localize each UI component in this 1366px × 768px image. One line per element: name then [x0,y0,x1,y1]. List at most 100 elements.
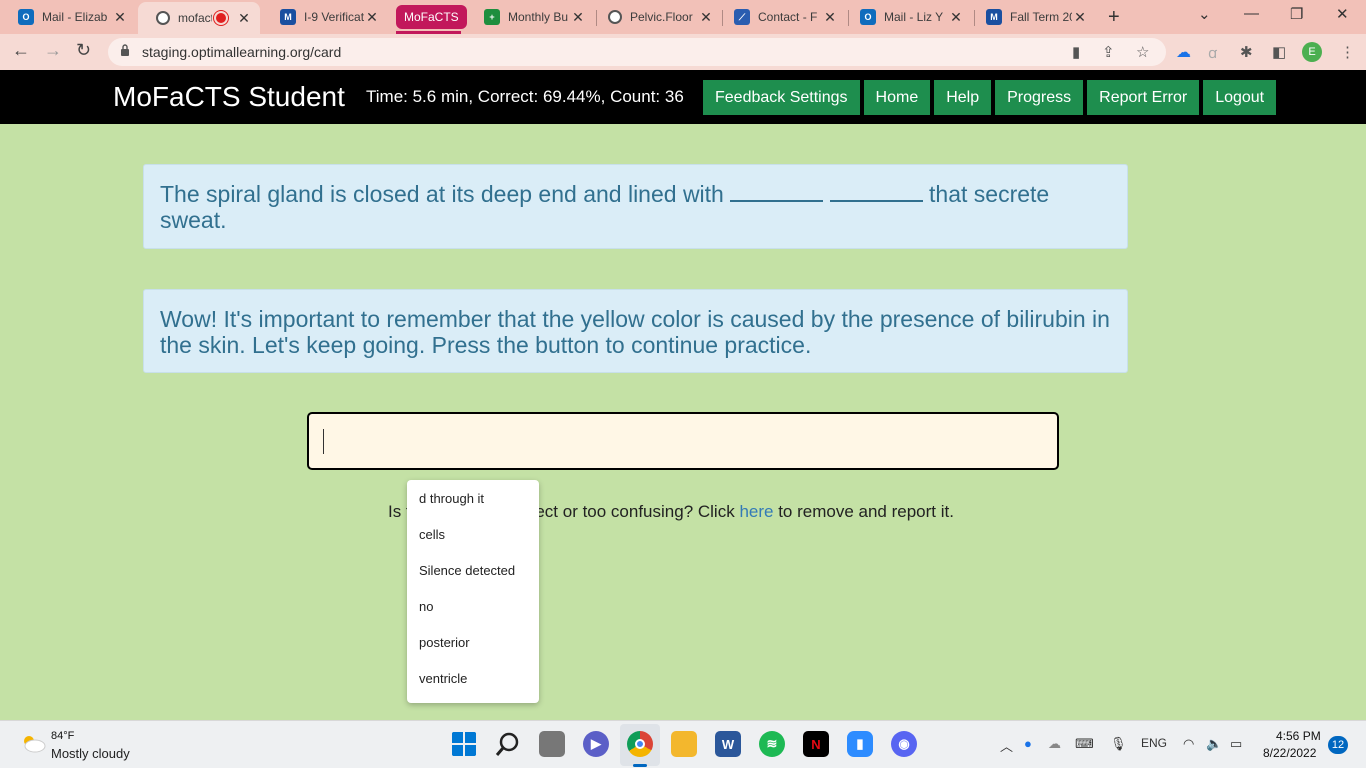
site-icon: ⟋ [734,9,750,25]
zoom-icon[interactable]: ▮ [847,731,873,757]
minimize-button[interactable]: — [1244,5,1259,22]
volume-icon[interactable]: 🔈 [1206,736,1222,752]
home-button[interactable]: Home [863,80,931,115]
clock-date[interactable]: 8/22/2022 [1263,746,1316,760]
close-tab-icon[interactable]: ✕ [112,9,128,26]
app-brand[interactable]: MoFaCTS Student [113,81,345,113]
page-icon [156,11,170,25]
tab-i9-verification[interactable]: M I-9 Verificat ✕ [262,4,388,30]
profile-avatar[interactable]: E [1302,42,1322,62]
windows-start-icon[interactable] [451,731,477,757]
doc-icon: M [986,9,1002,25]
menu-icon[interactable]: ⋮ [1340,43,1355,61]
side-panel-icon[interactable]: ◧ [1272,43,1286,61]
share-icon[interactable]: ⇪ [1102,43,1115,61]
cloudy-weather-icon[interactable] [20,733,46,753]
close-tab-icon[interactable]: ✕ [364,9,380,26]
spotify-icon[interactable]: ≋ [759,731,785,757]
tab-mail-liz[interactable]: O Mail - Liz Y ✕ [842,4,972,30]
new-tab-button[interactable]: + [1108,6,1120,29]
restore-button[interactable]: ❐ [1290,5,1303,23]
outlook-icon: O [860,9,876,25]
text-caret [323,429,324,454]
help-button[interactable]: Help [934,80,992,115]
extension-icon[interactable]: ☁ [1176,43,1191,61]
onedrive-error-icon[interactable]: ● [1024,736,1032,751]
answer-input[interactable] [307,412,1059,470]
windows-taskbar: 84°F Mostly cloudy ▶ W ≋ N ▮ ◉ ︿ ● ☁ ⌨ 🎙… [0,720,1366,768]
wifi-icon[interactable]: ◠ [1183,736,1194,752]
microphone-icon[interactable]: 🎙 [1110,736,1127,752]
answer-blank [829,182,923,202]
tab-mofacts[interactable]: mofact ✕ [138,2,260,34]
battery-icon[interactable]: ▭ [1230,736,1242,752]
autocomplete-item[interactable]: d through it [407,491,539,527]
autocomplete-item[interactable]: ventricle [407,671,539,707]
sheets-icon: + [484,9,500,25]
tab-search-icon[interactable]: ⌄ [1198,5,1211,23]
outlook-icon: O [18,9,34,25]
close-window-button[interactable]: ✕ [1336,5,1349,23]
lock-icon [121,44,129,56]
answer-blank [730,182,824,202]
browser-toolbar: ← → ↻ staging.optimallearning.org/card ▮… [0,34,1366,70]
url-text: staging.optimallearning.org/card [142,44,342,60]
session-stats: Time: 5.6 min, Correct: 69.44%, Count: 3… [366,87,684,106]
discord-icon[interactable]: ◉ [891,731,917,757]
autocomplete-item[interactable]: cells [407,527,539,563]
active-app-indicator [633,764,647,767]
file-explorer-icon[interactable] [671,731,697,757]
report-error-button[interactable]: Report Error [1087,80,1200,115]
autocomplete-dropdown: d through it cells Silence detected no p… [407,480,539,703]
weather-temperature[interactable]: 84°F [51,730,74,742]
language-indicator[interactable]: ENG [1141,736,1167,750]
nav-buttons: Feedback Settings Home Help Progress Rep… [703,80,1277,115]
report-here-link[interactable]: here [739,502,773,521]
tab-group-mofacts[interactable]: MoFaCTS [396,5,467,29]
close-tab-icon[interactable]: ✕ [822,9,838,26]
progress-button[interactable]: Progress [995,80,1084,115]
task-view-icon[interactable] [539,731,565,757]
clock-time[interactable]: 4:56 PM [1276,729,1321,743]
show-hidden-icons-chevron[interactable]: ︿ [1000,736,1013,755]
logout-button[interactable]: Logout [1203,80,1277,115]
extension-icon[interactable]: ꭤ [1208,43,1217,63]
close-tab-icon[interactable]: ✕ [236,10,252,27]
tab-fall-term[interactable]: M Fall Term 20 ✕ [968,4,1096,30]
autocomplete-item[interactable]: posterior [407,635,539,671]
tab-mail-elizabeth[interactable]: O Mail - Elizab ✕ [0,4,136,30]
weather-description[interactable]: Mostly cloudy [51,746,130,761]
teams-chat-icon[interactable]: ▶ [583,731,609,757]
app-navbar: MoFaCTS Student Time: 5.6 min, Correct: … [0,70,1366,124]
back-button[interactable]: ← [12,40,30,61]
feedback-settings-button[interactable]: Feedback Settings [703,80,860,115]
notification-badge[interactable]: 12 [1328,736,1348,754]
tab-monthly-budget[interactable]: + Monthly Bu ✕ [466,4,594,30]
tab-contact[interactable]: ⟋ Contact - F ✕ [716,4,846,30]
question-text-before: The spiral gland is closed at its deep e… [160,181,724,207]
close-tab-icon[interactable]: ✕ [698,9,714,26]
forward-button[interactable]: → [44,40,62,61]
address-bar[interactable]: staging.optimallearning.org/card ▮ ⇪ ☆ [108,38,1166,66]
camera-icon[interactable]: ▮ [1072,43,1080,61]
question-card: The spiral gland is closed at its deep e… [143,164,1128,249]
doc-icon: M [280,9,296,25]
autocomplete-item[interactable]: no [407,599,539,635]
reload-button[interactable]: ↻ [76,40,91,61]
cloud-icon[interactable]: ☁ [1048,736,1061,752]
close-tab-icon[interactable]: ✕ [948,9,964,26]
feedback-card: Wow! It's important to remember that the… [143,289,1128,373]
netflix-icon[interactable]: N [803,731,829,757]
close-tab-icon[interactable]: ✕ [1072,9,1088,26]
report-suffix: to remove and report it. [773,502,954,521]
word-icon[interactable]: W [715,731,741,757]
keyboard-icon[interactable]: ⌨ [1075,736,1094,752]
tab-pelvic-floor[interactable]: Pelvic.Floor ✕ [590,4,722,30]
autocomplete-item[interactable]: Silence detected [407,563,539,599]
bookmark-star-icon[interactable]: ☆ [1136,43,1149,61]
close-tab-icon[interactable]: ✕ [570,9,586,26]
search-icon[interactable] [495,731,521,757]
chrome-icon[interactable] [627,731,653,757]
report-middle: rect or too confusing? Click [529,502,740,521]
puzzle-icon[interactable]: ✱ [1240,43,1253,61]
